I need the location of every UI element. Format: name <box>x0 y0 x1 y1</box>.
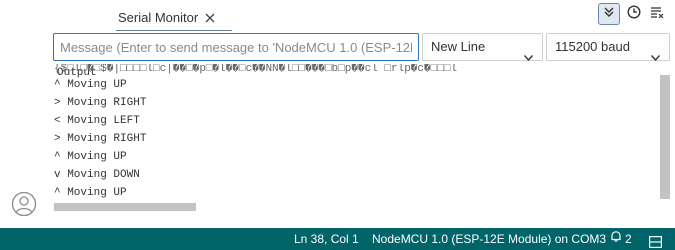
clear-output-icon <box>650 5 665 24</box>
horizontal-scrollbar[interactable] <box>54 203 196 211</box>
cursor-position[interactable]: Ln 38, Col 1 <box>294 228 359 250</box>
clear-output-button[interactable] <box>646 3 668 25</box>
chevron-down-icon <box>650 44 661 62</box>
line-ending-select[interactable]: New Line <box>422 33 543 62</box>
serial-controls: New Line 115200 baud <box>50 32 675 62</box>
bell-icon <box>610 228 622 250</box>
output-line: > Moving RIGHT <box>54 97 147 109</box>
activity-bar <box>0 0 50 250</box>
baud-rate-select[interactable]: 115200 baud <box>546 33 670 62</box>
output-line: > Moving RIGHT <box>54 133 147 145</box>
baud-rate-value: 115200 baud <box>555 39 630 54</box>
output-line: v Moving DOWN <box>54 169 140 181</box>
console-icon[interactable] <box>649 233 663 249</box>
timestamp-button[interactable] <box>623 3 645 25</box>
output-line: ^ Moving UP <box>54 79 127 91</box>
notifications-button[interactable]: 2 <box>610 228 632 250</box>
status-bar: Ln 38, Col 1 NodeMCU 1.0 (ESP-12E Module… <box>0 228 675 250</box>
line-ending-value: New Line <box>431 39 486 54</box>
output-line: ^ Moving UP <box>54 187 127 199</box>
tab-serial-monitor[interactable]: Serial Monitor <box>118 9 216 27</box>
close-icon[interactable] <box>204 11 216 23</box>
output-line: {$□l□�□$�|□□□□l□c|��□�p□�l��□c��NN�l□□��… <box>54 64 458 75</box>
tab-serial-monitor-label: Serial Monitor <box>118 10 199 25</box>
account-icon[interactable] <box>11 191 37 217</box>
clock-icon <box>627 4 641 24</box>
message-input[interactable] <box>53 33 419 61</box>
output-line: ^ Moving UP <box>54 151 127 163</box>
output-line: < Moving LEFT <box>54 115 140 127</box>
serial-output[interactable]: {$□l□�□$�|□□□□l□c|��□�p□�l��□c��NN�l□□��… <box>50 64 670 214</box>
active-tab-indicator <box>116 30 232 31</box>
vertical-scrollbar[interactable] <box>660 75 670 199</box>
notification-count: 2 <box>625 232 632 246</box>
panel-tabs: Output Serial Monitor <box>50 0 675 79</box>
bottom-panel: Output Serial Monitor New Line 115200 ba… <box>50 0 675 228</box>
board-port-status[interactable]: NodeMCU 1.0 (ESP-12E Module) on COM3 <box>372 228 606 250</box>
autoscroll-button[interactable] <box>598 3 620 25</box>
chevron-down-icon <box>523 44 534 62</box>
autoscroll-icon <box>602 5 616 24</box>
